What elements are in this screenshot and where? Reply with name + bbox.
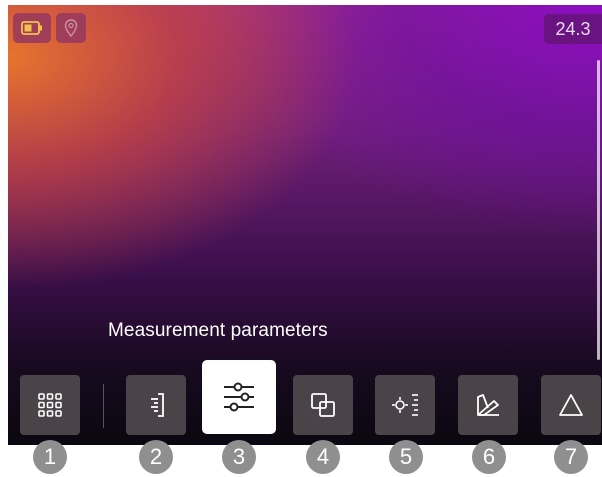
menu-button[interactable] bbox=[20, 375, 80, 435]
callout-7: 7 bbox=[554, 440, 588, 474]
toolbar-separator bbox=[103, 384, 104, 428]
callout-4: 4 bbox=[306, 440, 340, 474]
temperature-readout: 24.3 bbox=[544, 14, 602, 44]
location-status bbox=[56, 13, 86, 43]
spot-meter-button[interactable] bbox=[375, 375, 435, 435]
location-pin-icon bbox=[64, 19, 78, 37]
callout-6: 6 bbox=[472, 440, 506, 474]
ruler-icon bbox=[151, 393, 164, 417]
battery-status bbox=[13, 13, 51, 43]
measurement-parameters-button[interactable] bbox=[202, 360, 276, 434]
measurement-tool-button[interactable] bbox=[126, 375, 186, 435]
color-palette-button[interactable] bbox=[458, 375, 518, 435]
callout-2: 2 bbox=[139, 440, 173, 474]
overlap-squares-icon bbox=[311, 393, 335, 417]
triangle-icon bbox=[559, 394, 583, 416]
tool-caption: Measurement parameters bbox=[108, 320, 328, 341]
callout-3: 3 bbox=[222, 440, 256, 474]
grid-menu-icon bbox=[38, 393, 62, 417]
sliders-icon bbox=[224, 382, 254, 412]
callout-1: 1 bbox=[33, 440, 67, 474]
battery-icon bbox=[21, 21, 42, 35]
scrollbar[interactable] bbox=[597, 60, 600, 360]
thermal-camera-view: 24.3 Measurement parameters bbox=[8, 5, 602, 445]
annotation-button[interactable] bbox=[541, 375, 601, 435]
color-palette-icon bbox=[477, 394, 499, 416]
spot-meter-icon bbox=[392, 394, 418, 416]
image-mode-button[interactable] bbox=[293, 375, 353, 435]
callout-5: 5 bbox=[389, 440, 423, 474]
